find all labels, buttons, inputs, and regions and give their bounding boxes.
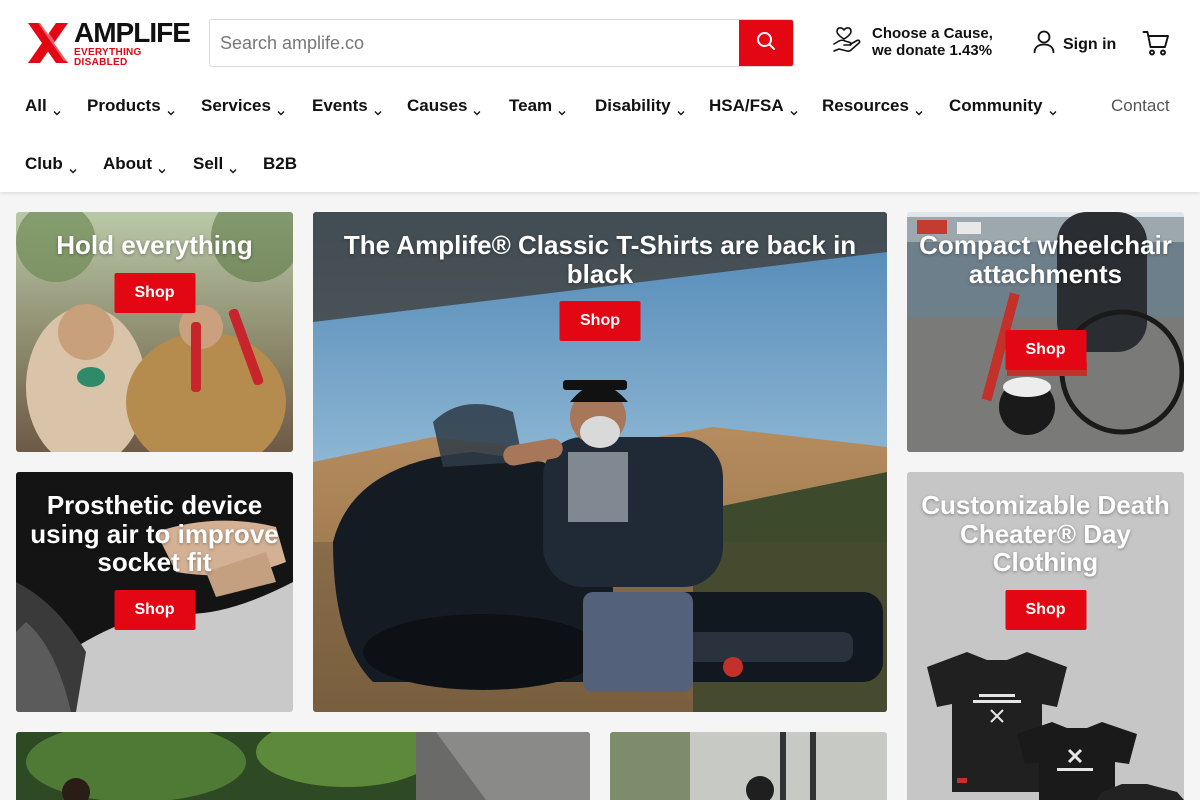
user-icon <box>1033 30 1055 59</box>
chevron-down-icon <box>158 160 166 174</box>
chevron-down-icon <box>167 102 175 116</box>
nav-resources[interactable]: Resources <box>822 86 923 126</box>
amplife-x-logo-icon <box>24 19 72 67</box>
nav-hsa-fsa[interactable]: HSA/FSA <box>709 86 798 126</box>
search-bar <box>209 19 794 67</box>
wheelchair-attachments-shop-button[interactable]: Shop <box>1005 330 1086 370</box>
nav-about[interactable]: About <box>103 144 166 184</box>
nav-causes[interactable]: Causes <box>407 86 481 126</box>
person-outdoor-photo <box>610 732 887 800</box>
jungle-waterfall-photo <box>16 732 590 800</box>
chevron-down-icon <box>558 102 566 116</box>
prosthetic-device-shop-button[interactable]: Shop <box>114 590 195 630</box>
nav-products[interactable]: Products <box>87 86 175 126</box>
cause-line-1: Choose a Cause, <box>872 25 993 42</box>
hold-everything-title: Hold everything <box>56 230 253 260</box>
classic-tshirts-title: The Amplife® Classic T-Shirts are back i… <box>343 230 857 289</box>
nav-all[interactable]: All <box>25 86 61 126</box>
promo-tile-prosthetic-device[interactable]: Prosthetic device using air to improve s… <box>16 472 293 712</box>
main-nav-row-1: All Products Services Events Causes Team… <box>0 86 1200 126</box>
classic-tshirts-shop-button[interactable]: Shop <box>559 301 641 341</box>
chevron-down-icon <box>473 102 481 116</box>
cause-line-2: we donate 1.43% <box>872 42 993 59</box>
chevron-down-icon <box>790 102 798 116</box>
chevron-down-icon <box>277 102 285 116</box>
logo-tagline: EVERYTHING DISABLED <box>74 46 142 68</box>
nav-services[interactable]: Services <box>201 86 285 126</box>
nav-resources-label: Resources <box>822 96 909 115</box>
chevron-down-icon <box>677 102 685 116</box>
main-nav-row-2: Club About Sell B2B <box>0 144 1200 184</box>
nav-team[interactable]: Team <box>509 86 566 126</box>
search-icon <box>756 31 776 56</box>
chevron-down-icon <box>53 102 61 116</box>
sign-in-link[interactable]: Sign in <box>1033 30 1116 59</box>
wheelchair-attachments-title: Compact wheelchair attachments <box>919 230 1172 289</box>
nav-hsa-fsa-label: HSA/FSA <box>709 96 784 115</box>
search-button[interactable] <box>739 20 793 66</box>
nav-products-label: Products <box>87 96 161 115</box>
nav-all-label: All <box>25 96 47 115</box>
prosthetic-device-title: Prosthetic device using air to improve s… <box>30 490 279 577</box>
nav-disability[interactable]: Disability <box>595 86 685 126</box>
chevron-down-icon <box>69 160 77 174</box>
nav-causes-label: Causes <box>407 96 468 115</box>
death-cheater-title: Customizable Death Cheater® Day Clothing <box>921 490 1170 577</box>
hold-everything-shop-button[interactable]: Shop <box>114 273 195 313</box>
promo-tile-bottom-middle[interactable] <box>610 732 887 800</box>
nav-about-label: About <box>103 154 153 173</box>
chevron-down-icon <box>374 102 382 116</box>
cart-button[interactable] <box>1142 29 1170 62</box>
site-header: AMPLIFE EVERYTHING DISABLED Choose a Cau… <box>0 0 1200 192</box>
nav-events[interactable]: Events <box>312 86 382 126</box>
nav-contact[interactable]: Contact <box>1111 86 1170 126</box>
nav-club[interactable]: Club <box>25 144 77 184</box>
promo-tile-classic-tshirts[interactable]: The Amplife® Classic T-Shirts are back i… <box>313 212 887 712</box>
promo-tile-wheelchair-attachments[interactable]: Compact wheelchair attachments Shop <box>907 212 1184 452</box>
nav-events-label: Events <box>312 96 368 115</box>
nav-community[interactable]: Community <box>949 86 1057 126</box>
nav-disability-label: Disability <box>595 96 671 115</box>
nav-contact-label: Contact <box>1111 96 1170 115</box>
nav-club-label: Club <box>25 154 63 173</box>
promo-tile-death-cheater[interactable]: Customizable Death Cheater® Day Clothing… <box>907 472 1184 800</box>
nav-sell-label: Sell <box>193 154 224 173</box>
nav-b2b-label: B2B <box>263 154 298 173</box>
sign-in-label: Sign in <box>1063 35 1117 53</box>
nav-team-label: Team <box>509 96 553 115</box>
chevron-down-icon <box>229 160 237 174</box>
nav-sell[interactable]: Sell <box>193 144 237 184</box>
search-input[interactable] <box>210 20 739 66</box>
nav-services-label: Services <box>201 96 271 115</box>
promo-tile-hold-everything[interactable]: Hold everything Shop <box>16 212 293 452</box>
chevron-down-icon <box>1049 102 1057 116</box>
nav-b2b[interactable]: B2B <box>263 144 297 184</box>
nav-community-label: Community <box>949 96 1043 115</box>
cart-icon <box>1142 31 1170 61</box>
choose-cause-link[interactable]: Choose a Cause, we donate 1.43% <box>832 24 993 60</box>
promo-tile-bottom-left[interactable] <box>16 732 590 800</box>
site-logo[interactable]: AMPLIFE EVERYTHING DISABLED <box>24 18 191 68</box>
chevron-down-icon <box>915 102 923 116</box>
logo-name: AMPLIFE <box>74 16 191 48</box>
death-cheater-shop-button[interactable]: Shop <box>1005 590 1086 630</box>
hand-heart-icon <box>832 24 863 60</box>
